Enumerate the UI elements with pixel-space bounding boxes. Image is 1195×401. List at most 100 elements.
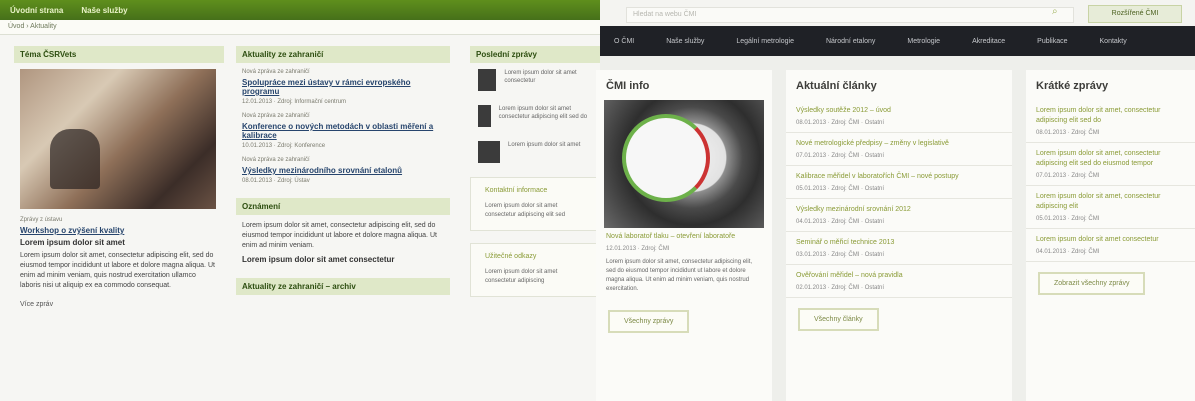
thumb-item[interactable]: Lorem ipsum dolor sit amet consectetur xyxy=(478,69,592,91)
main-nav: O ČMI Naše služby Legální metrologie Nár… xyxy=(600,26,1195,56)
featured-column: Téma ČSRVets Zprávy z ústavu Workshop o … xyxy=(14,46,224,318)
nav-item[interactable]: Akreditace xyxy=(958,38,1023,45)
side-column: Poslední zprávy Lorem ipsum dolor sit am… xyxy=(470,46,600,297)
short-news-link[interactable]: Lorem ipsum dolor sit amet, consectetur … xyxy=(1036,106,1185,126)
news-sub: 10.01.2013 · Zdroj: Konference xyxy=(242,143,326,149)
thumb-text: Lorem ipsum dolor sit amet consectetur a… xyxy=(498,106,588,120)
news-meta: Nová zpráva ze zahraničí xyxy=(242,113,310,119)
article-meta: 02.01.2013 · Zdroj: ČMI · Ostatní xyxy=(796,285,885,291)
news-meta: Nová zpráva ze zahraničí xyxy=(242,157,310,163)
news-item: Nová zpráva ze zahraničí Spolupráce mezi… xyxy=(236,69,450,105)
nav-item[interactable]: Naše služby xyxy=(652,38,722,45)
article-item: Seminář o měřicí technice 2013 03.01.2013… xyxy=(786,232,1012,265)
nav-item[interactable]: Národní etalony xyxy=(812,38,893,45)
latest-heading: Poslední zprávy xyxy=(470,46,600,63)
news-column: Aktuality ze zahraničí Nová zpráva ze za… xyxy=(236,46,450,301)
right-browser-window: Hledat na webu ČMI ⌕ Rozšířené ČMI O ČMI… xyxy=(596,0,1195,401)
all-short-news-button[interactable]: Zobrazit všechny zprávy xyxy=(1038,272,1146,295)
short-news-meta: 07.01.2013 · Zdroj: ČMI xyxy=(1036,173,1100,179)
all-articles-button[interactable]: Všechny články xyxy=(798,308,879,331)
thumb-text: Lorem ipsum dolor sit amet xyxy=(508,142,581,148)
nav-item[interactable]: Metrologie xyxy=(893,38,958,45)
news-sub: 08.01.2013 · Zdroj: Ústav xyxy=(242,178,310,184)
contact-heading: Kontaktní informace xyxy=(485,187,548,194)
thumb-text: Lorem ipsum dolor sit amet consectetur xyxy=(504,70,577,84)
short-news-item: Lorem ipsum dolor sit amet, consectetur … xyxy=(1026,186,1195,229)
info-heading: ČMI info xyxy=(606,80,650,92)
short-news-link[interactable]: Lorem ipsum dolor sit amet consectetur xyxy=(1036,235,1185,245)
news-title-link[interactable]: Konference o nových metodách v oblasti m… xyxy=(242,122,444,140)
article-meta: 04.01.2013 · Zdroj: ČMI · Ostatní xyxy=(796,219,885,225)
nav-item[interactable]: Kontakty xyxy=(1086,38,1145,45)
nav-item[interactable]: O ČMI xyxy=(600,38,652,45)
search-input[interactable]: Hledat na webu ČMI xyxy=(626,7,1074,23)
short-news-link[interactable]: Lorem ipsum dolor sit amet, consectetur … xyxy=(1036,192,1185,212)
news-title-link[interactable]: Spolupráce mezi ústavy v rámci evropskéh… xyxy=(242,78,444,96)
news-item: Nová zpráva ze zahraničí Výsledky meziná… xyxy=(236,157,450,184)
pressure-gauge-photo xyxy=(604,100,764,228)
featured-body: Lorem ipsum dolor sit amet, consectetur … xyxy=(20,252,215,289)
short-news-heading: Krátké zprávy xyxy=(1036,80,1109,92)
nav-item[interactable]: Publikace xyxy=(1023,38,1085,45)
info-meta: 12.01.2013 · Zdroj: ČMI xyxy=(606,246,670,252)
short-news-meta: 05.01.2013 · Zdroj: ČMI xyxy=(1036,216,1100,222)
search-icon[interactable]: ⌕ xyxy=(1052,6,1058,17)
article-link[interactable]: Seminář o měřicí technice 2013 xyxy=(796,238,1002,248)
featured-subtitle: Lorem ipsum dolor sit amet xyxy=(20,238,125,247)
article-link[interactable]: Výsledky mezinárodní srovnání 2012 xyxy=(796,205,1002,215)
caption-small: Zprávy z ústavu xyxy=(20,217,63,223)
article-link[interactable]: Nové metrologické předpisy – změny v leg… xyxy=(796,139,1002,149)
contact-box: Kontaktní informace Lorem ipsum dolor si… xyxy=(470,177,600,231)
short-news-meta: 04.01.2013 · Zdroj: ČMI xyxy=(1036,249,1100,255)
thumbnail-image xyxy=(478,69,497,91)
featured-photo xyxy=(20,69,216,209)
more-news-link[interactable]: Více zpráv xyxy=(20,301,218,308)
thumb-item[interactable]: Lorem ipsum dolor sit amet consectetur a… xyxy=(478,105,592,127)
articles-column: Aktuální články Výsledky soutěže 2012 – … xyxy=(786,70,1012,401)
news-title-link[interactable]: Výsledky mezinárodního srovnání etalonů xyxy=(242,166,444,175)
menu-item-home[interactable]: Úvodní strana xyxy=(10,6,63,15)
article-item: Ověřování měřidel – nová pravidla 02.01.2… xyxy=(786,265,1012,298)
top-button[interactable]: Rozšířené ČMI xyxy=(1088,5,1182,23)
notice-text: Lorem ipsum dolor sit amet, consectetur … xyxy=(242,222,437,249)
archive-heading: Aktuality ze zahraničí – archiv xyxy=(236,278,450,295)
article-meta: 05.01.2013 · Zdroj: ČMI · Ostatní xyxy=(796,186,885,192)
info-caption-link[interactable]: Nová laboratoř tlaku – otevření laborato… xyxy=(606,232,762,242)
article-meta: 08.01.2013 · Zdroj: ČMI · Ostatní xyxy=(796,120,885,126)
menu-item-services[interactable]: Naše služby xyxy=(81,6,127,15)
links-heading: Užitečné odkazy xyxy=(485,253,537,260)
article-meta: 07.01.2013 · Zdroj: ČMI · Ostatní xyxy=(796,153,885,159)
featured-title-link[interactable]: Workshop o zvýšení kvality xyxy=(20,226,218,235)
links-box: Užitečné odkazy Lorem ipsum dolor sit am… xyxy=(470,243,600,297)
contact-text: Lorem ipsum dolor sit amet consectetur a… xyxy=(485,203,566,218)
top-menu-bar: Úvodní strana Naše služby xyxy=(0,0,612,20)
article-link[interactable]: Výsledky soutěže 2012 – úvod xyxy=(796,106,1002,116)
all-news-button[interactable]: Všechny zprávy xyxy=(608,310,690,333)
short-news-item: Lorem ipsum dolor sit amet, consectetur … xyxy=(1026,143,1195,186)
thumb-item[interactable]: Lorem ipsum dolor sit amet xyxy=(478,141,592,163)
thumbnail-image xyxy=(478,105,491,127)
info-text: Lorem ipsum dolor sit amet, consectetur … xyxy=(606,259,753,292)
thumbnail-image xyxy=(478,141,500,163)
news-heading: Aktuality ze zahraničí xyxy=(236,46,450,63)
article-item: Výsledky mezinárodní srovnání 2012 04.01.… xyxy=(786,199,1012,232)
articles-heading: Aktuální články xyxy=(796,80,877,92)
short-news-meta: 08.01.2013 · Zdroj: ČMI xyxy=(1036,130,1100,136)
notice-heading: Oznámení xyxy=(236,198,450,215)
article-meta: 03.01.2013 · Zdroj: ČMI · Ostatní xyxy=(796,252,885,258)
article-link[interactable]: Ověřování měřidel – nová pravidla xyxy=(796,271,1002,281)
notice-bold: Lorem ipsum dolor sit amet consectetur xyxy=(242,255,395,264)
nav-item[interactable]: Legální metrologie xyxy=(722,38,812,45)
news-sub: 12.01.2013 · Zdroj: Informační centrum xyxy=(242,99,347,105)
article-link[interactable]: Kalibrace měřidel v laboratořích ČMI – n… xyxy=(796,172,1002,182)
article-item: Kalibrace měřidel v laboratořích ČMI – n… xyxy=(786,166,1012,199)
short-news-column: Krátké zprávy Lorem ipsum dolor sit amet… xyxy=(1026,70,1195,401)
links-text: Lorem ipsum dolor sit amet consectetur a… xyxy=(485,269,558,284)
right-topbar: Hledat na webu ČMI ⌕ Rozšířené ČMI xyxy=(600,0,1195,26)
short-news-item: Lorem ipsum dolor sit amet consectetur 04… xyxy=(1026,229,1195,262)
featured-heading: Téma ČSRVets xyxy=(14,46,224,63)
short-news-link[interactable]: Lorem ipsum dolor sit amet, consectetur … xyxy=(1036,149,1185,169)
news-item: Nová zpráva ze zahraničí Konference o no… xyxy=(236,113,450,149)
article-item: Výsledky soutěže 2012 – úvod 08.01.2013 ·… xyxy=(786,100,1012,133)
news-meta: Nová zpráva ze zahraničí xyxy=(242,69,310,75)
